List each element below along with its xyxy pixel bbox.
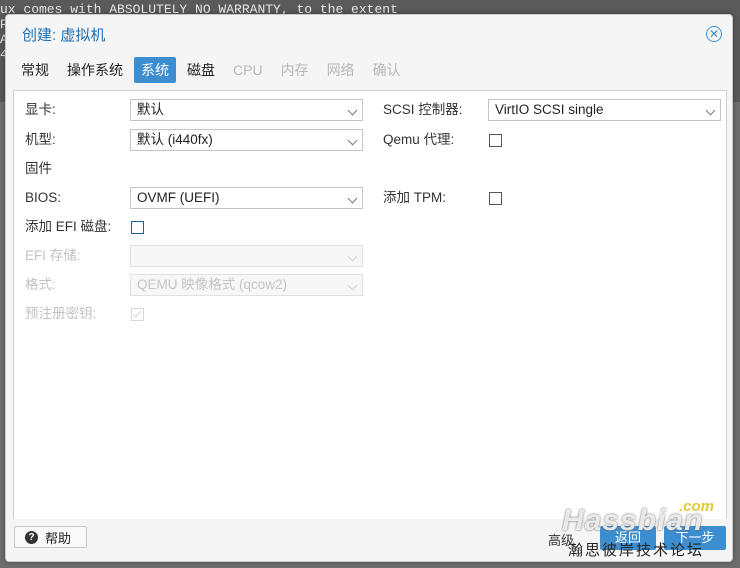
qemu-agent-checkbox[interactable]: [489, 134, 502, 147]
efi-storage-select: [130, 245, 363, 267]
bios-label: BIOS:: [25, 190, 62, 205]
add-efi-disk-checkbox[interactable]: [131, 221, 144, 234]
close-icon[interactable]: ✕: [706, 26, 722, 42]
chevron-down-icon: [347, 135, 358, 146]
pre-enrolled-keys-label: 预注册密钥:: [25, 306, 97, 321]
bios-select[interactable]: OVMF (UEFI): [130, 187, 363, 209]
chevron-down-icon: [347, 105, 358, 116]
dialog-footer: ? 帮助 高级 返回 下一步: [6, 519, 732, 561]
create-vm-dialog: 创建: 虚拟机 ✕ 常规 操作系统 系统 磁盘 CPU 内存 网络 确认 显卡:…: [5, 14, 733, 562]
bios-value: OVMF (UEFI): [137, 190, 220, 205]
tab-memory: 内存: [280, 62, 309, 78]
chevron-down-icon: [705, 105, 716, 116]
graphics-value: 默认: [137, 102, 164, 117]
tab-general[interactable]: 常规: [14, 57, 56, 83]
dialog-title: 创建: 虚拟机: [22, 26, 106, 44]
firmware-section-title: 固件: [25, 161, 52, 176]
scsi-controller-label: SCSI 控制器:: [383, 102, 463, 117]
machine-value: 默认 (i440fx): [137, 132, 213, 147]
next-button[interactable]: 下一步: [664, 526, 726, 550]
dialog-titlebar: 创建: 虚拟机 ✕: [6, 15, 732, 53]
format-value: QEMU 映像格式 (qcow2): [137, 277, 288, 292]
machine-label: 机型:: [25, 132, 56, 147]
tab-system[interactable]: 系统: [134, 57, 176, 83]
chevron-down-icon: [347, 280, 358, 291]
wizard-tabs: 常规 操作系统 系统 磁盘 CPU 内存 网络 确认: [14, 57, 412, 83]
tab-confirm: 确认: [372, 62, 401, 78]
add-efi-disk-label: 添加 EFI 磁盘:: [25, 219, 112, 234]
advanced-toggle[interactable]: 高级: [548, 530, 574, 549]
format-select: QEMU 映像格式 (qcow2): [130, 274, 363, 296]
system-form-panel: 显卡: 默认 机型: 默认 (i440fx) 固件 BIOS: OVMF (UE…: [13, 90, 727, 520]
add-tpm-checkbox[interactable]: [489, 192, 502, 205]
machine-select[interactable]: 默认 (i440fx): [130, 129, 363, 151]
help-button[interactable]: ? 帮助: [14, 526, 87, 548]
tab-network: 网络: [326, 62, 355, 78]
chevron-down-icon: [347, 193, 358, 204]
pre-enrolled-keys-checkbox: [131, 308, 144, 321]
tab-disks[interactable]: 磁盘: [180, 57, 222, 83]
back-button[interactable]: 返回: [600, 526, 656, 550]
help-button-label: 帮助: [45, 530, 72, 546]
graphics-select[interactable]: 默认: [130, 99, 363, 121]
tab-os[interactable]: 操作系统: [60, 57, 130, 83]
qemu-agent-label: Qemu 代理:: [383, 132, 455, 147]
add-tpm-label: 添加 TPM:: [383, 190, 446, 205]
scsi-controller-select[interactable]: VirtIO SCSI single: [488, 99, 721, 121]
tab-cpu: CPU: [233, 62, 263, 78]
graphics-label: 显卡:: [25, 102, 56, 117]
format-label: 格式:: [25, 277, 56, 292]
scsi-controller-value: VirtIO SCSI single: [495, 102, 604, 117]
chevron-down-icon: [347, 251, 358, 262]
question-icon: ?: [25, 530, 38, 544]
efi-storage-label: EFI 存储:: [25, 248, 81, 263]
